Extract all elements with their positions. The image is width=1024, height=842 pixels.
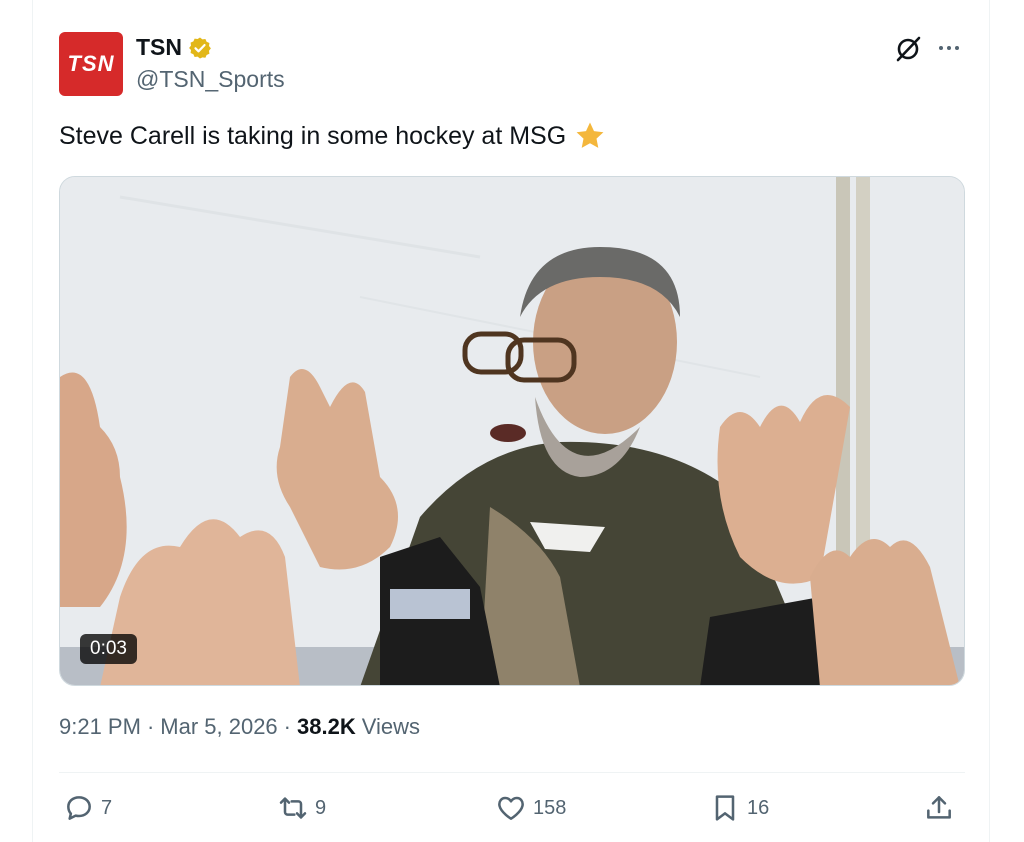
like-count: 158: [533, 796, 567, 819]
divider: [59, 772, 965, 773]
reply-icon: [67, 796, 91, 820]
repost-button[interactable]: 9: [277, 792, 326, 824]
reply-count: 7: [101, 796, 113, 819]
author-handle[interactable]: @TSN_Sports: [136, 66, 285, 93]
video-player[interactable]: 0:03: [59, 176, 965, 686]
repost-count: 9: [315, 796, 327, 819]
grok-icon[interactable]: [893, 34, 923, 64]
avatar[interactable]: TSN: [59, 32, 123, 96]
tweet-time[interactable]: 9:21 PM: [59, 714, 141, 740]
bookmark-icon: [715, 795, 735, 821]
share-icon: [927, 796, 951, 819]
verified-badge-icon: [189, 37, 211, 58]
share-button[interactable]: [923, 792, 955, 824]
reply-button[interactable]: 7: [63, 792, 112, 824]
tweet-text: Steve Carell is taking in some hockey at…: [59, 121, 567, 150]
more-options-icon[interactable]: [933, 36, 965, 60]
avatar-logo-text: TSN: [67, 51, 115, 76]
author-name-row: TSN: [136, 34, 212, 61]
video-duration: 0:03: [80, 634, 137, 664]
tweet-text-row: Steve Carell is taking in some hockey at…: [59, 120, 606, 152]
repost-icon: [279, 797, 307, 819]
tweet-date[interactable]: Mar 5, 2026: [160, 714, 277, 740]
author-name[interactable]: TSN: [136, 34, 182, 61]
video-frame: [60, 177, 964, 685]
meta-separator: ·: [146, 714, 155, 739]
bookmark-button[interactable]: 16: [709, 792, 769, 824]
heart-icon: [498, 796, 524, 820]
views-label: Views: [361, 714, 421, 739]
action-bar: 7 9 158 16: [59, 792, 965, 832]
bookmark-count: 16: [747, 796, 770, 819]
tweet-meta: 9:21 PM · Mar 5, 2026 · 38.2K Views: [59, 714, 420, 740]
views-count[interactable]: 38.2K: [297, 714, 356, 740]
meta-separator: ·: [283, 714, 291, 739]
like-button[interactable]: 158: [495, 792, 566, 824]
star-icon: [576, 122, 604, 148]
